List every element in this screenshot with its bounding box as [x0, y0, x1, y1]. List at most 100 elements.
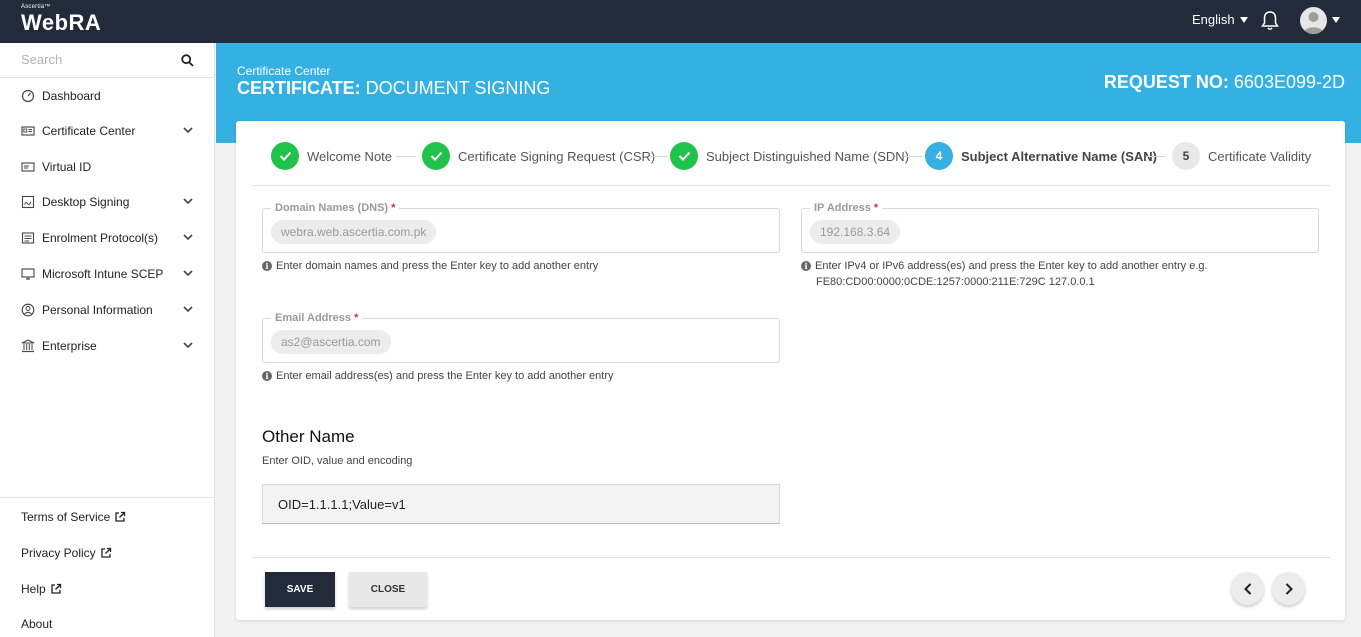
footer-link-label: Terms of Service — [21, 510, 111, 524]
ip-hint-line2: FE80:CD00:0000:0CDE:1257:0000:211E:729C … — [816, 276, 1095, 288]
protocol-icon — [21, 232, 35, 244]
required-mark: * — [391, 202, 396, 214]
step-label: Subject Distinguished Name (SDN) — [706, 148, 910, 164]
step-san[interactable]: 4 Subject Alternative Name (SAN) — [925, 142, 1157, 170]
chevron-right-icon — [1285, 582, 1293, 595]
other-name-heading: Other Name — [262, 427, 355, 446]
brand-name: WebRA — [21, 10, 102, 35]
stepper-divider — [252, 185, 1330, 186]
step-connector — [650, 156, 668, 157]
sidebar: Dashboard Certificate Center Virtual ID … — [0, 43, 215, 637]
step-number-circle: 4 — [925, 142, 953, 170]
breadcrumb[interactable]: Certificate Center — [237, 64, 330, 78]
user-avatar-icon — [1303, 12, 1324, 34]
certificate-icon — [21, 126, 35, 136]
privacy-policy-link[interactable]: Privacy Policy — [21, 546, 112, 560]
help-link[interactable]: Help — [21, 582, 62, 596]
info-icon: i — [262, 261, 272, 271]
check-icon — [279, 151, 291, 161]
step-label: Certificate Signing Request (CSR) — [458, 148, 656, 164]
sidebar-item-enterprise[interactable]: Enterprise — [0, 329, 214, 363]
step-connector — [396, 156, 416, 157]
search-input[interactable] — [21, 52, 171, 67]
user-icon — [21, 303, 35, 317]
step-label: Certificate Validity — [1208, 148, 1312, 164]
other-name-input[interactable]: OID=1.1.1.1;Value=v1 — [262, 484, 780, 524]
form-card: Welcome Note Certificate Signing Request… — [236, 121, 1345, 620]
chevron-down-icon — [183, 306, 193, 313]
language-selector[interactable]: English — [1192, 12, 1248, 27]
dns-chip[interactable]: webra.web.ascertia.com.pk — [271, 220, 437, 244]
email-field[interactable]: Email Address * as2@ascertia.com — [262, 312, 780, 363]
sidebar-item-personal-information[interactable]: Personal Information — [0, 293, 214, 327]
other-name-subtitle: Enter OID, value and encoding — [262, 455, 413, 467]
sidebar-item-label: Microsoft Intune SCEP — [42, 267, 164, 281]
sidebar-search — [0, 43, 214, 78]
signing-icon — [21, 195, 35, 209]
ip-chip[interactable]: 192.168.3.64 — [810, 220, 901, 244]
step-sdn[interactable]: Subject Distinguished Name (SDN) — [670, 142, 909, 170]
avatar[interactable] — [1300, 7, 1327, 34]
step-csr[interactable]: Certificate Signing Request (CSR) — [422, 142, 655, 170]
ip-address-field[interactable]: IP Address * 192.168.3.64 — [801, 202, 1319, 253]
caret-down-icon — [1239, 16, 1248, 23]
enterprise-icon — [21, 339, 35, 353]
intune-icon — [21, 268, 35, 280]
ip-hint-line1: Enter IPv4 or IPv6 address(es) and press… — [815, 260, 1208, 272]
chevron-down-icon — [183, 342, 193, 349]
footer-link-label: About — [21, 617, 53, 631]
stepper: Welcome Note Certificate Signing Request… — [236, 121, 1345, 185]
chevron-down-icon — [183, 234, 193, 241]
chevron-down-icon — [183, 127, 193, 134]
email-field-label: Email Address * — [271, 312, 363, 325]
step-connector — [1146, 156, 1166, 157]
step-done-circle — [422, 142, 450, 170]
sidebar-item-dashboard[interactable]: Dashboard — [0, 79, 214, 113]
info-icon: i — [262, 371, 272, 381]
search-icon[interactable] — [181, 54, 194, 67]
dns-hint: i Enter domain names and press the Enter … — [262, 258, 598, 274]
dns-label-text: Domain Names (DNS) — [275, 202, 389, 214]
user-menu-caret-icon[interactable] — [1332, 17, 1340, 23]
dns-field-label: Domain Names (DNS) * — [271, 202, 400, 215]
sidebar-item-label: Virtual ID — [42, 160, 92, 174]
sidebar-item-certificate-center[interactable]: Certificate Center — [0, 114, 214, 148]
bell-icon[interactable] — [1260, 10, 1280, 32]
ip-hint: i Enter IPv4 or IPv6 address(es) and pres… — [801, 258, 1208, 290]
sidebar-item-virtual-id[interactable]: Virtual ID — [0, 150, 214, 184]
check-icon — [430, 151, 442, 161]
step-number-circle: 5 — [1172, 142, 1200, 170]
request-number: REQUEST NO: 6603E099-2D — [1104, 72, 1345, 93]
check-icon — [678, 151, 690, 161]
footer-link-label: Privacy Policy — [21, 546, 96, 560]
save-button[interactable]: SAVE — [265, 572, 335, 607]
required-mark: * — [354, 312, 359, 324]
previous-step-button[interactable] — [1231, 572, 1264, 605]
sidebar-divider — [0, 497, 214, 498]
page-title: CERTIFICATE: DOCUMENT SIGNING — [237, 78, 550, 99]
sidebar-item-label: Enterprise — [42, 339, 97, 353]
dns-field[interactable]: Domain Names (DNS) * webra.web.ascertia.… — [262, 202, 780, 253]
ip-field-label: IP Address * — [810, 202, 883, 215]
step-label: Welcome Note — [307, 148, 393, 164]
email-hint: i Enter email address(es) and press the E… — [262, 368, 614, 384]
step-certificate-validity[interactable]: 5 Certificate Validity — [1172, 142, 1311, 170]
step-welcome-note[interactable]: Welcome Note — [271, 142, 392, 170]
next-step-button[interactable] — [1272, 572, 1305, 605]
sidebar-item-enrolment-protocols[interactable]: Enrolment Protocol(s) — [0, 221, 214, 255]
step-done-circle — [670, 142, 698, 170]
sidebar-item-microsoft-intune-scep[interactable]: Microsoft Intune SCEP — [0, 257, 214, 291]
chevron-down-icon — [183, 198, 193, 205]
terms-of-service-link[interactable]: Terms of Service — [21, 510, 126, 524]
close-button[interactable]: CLOSE — [349, 572, 427, 607]
app-logo[interactable]: Ascertia™ WebRA — [21, 4, 101, 35]
step-done-circle — [271, 142, 299, 170]
info-icon: i — [801, 261, 811, 271]
external-link-icon — [51, 583, 61, 594]
sidebar-item-label: Dashboard — [42, 89, 101, 103]
required-mark: * — [873, 202, 879, 214]
sidebar-item-desktop-signing[interactable]: Desktop Signing — [0, 185, 214, 219]
about-link[interactable]: About — [21, 617, 52, 631]
id-card-icon — [21, 162, 35, 172]
email-chip[interactable]: as2@ascertia.com — [271, 330, 391, 354]
